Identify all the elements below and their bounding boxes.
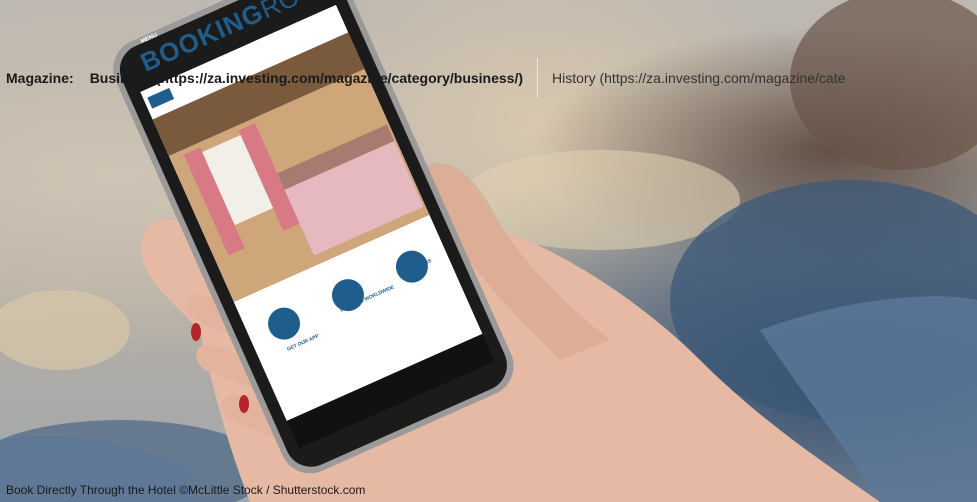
category-link-business[interactable]: Business (https://za.investing.com/magaz… — [90, 70, 523, 86]
photo-caption: Book Directly Through the Hotel ©McLittl… — [6, 483, 366, 497]
magazine-label: Magazine: — [6, 70, 74, 86]
category-divider — [537, 58, 539, 98]
category-link-history[interactable]: History (https://za.investing.com/magazi… — [552, 70, 845, 86]
magazine-category-bar: Magazine: Business (https://za.investing… — [0, 58, 977, 98]
